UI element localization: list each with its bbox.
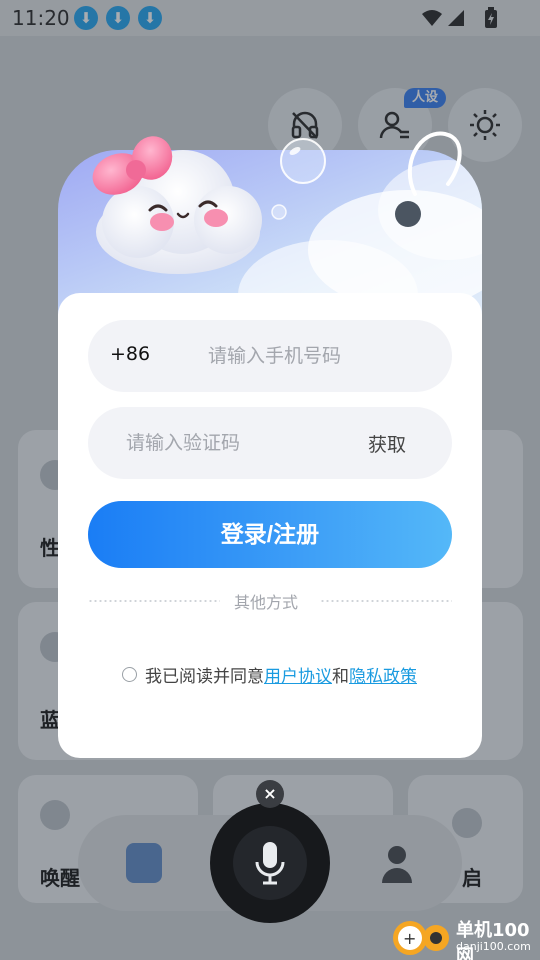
- microphone-button[interactable]: [210, 803, 330, 923]
- microphone-inner: [233, 826, 307, 900]
- login-register-button[interactable]: 登录/注册: [88, 501, 452, 568]
- bubble-icon: [280, 138, 326, 184]
- agreement-prefix: 我已阅读并同意: [145, 666, 264, 687]
- user-agreement-link[interactable]: 用户协议: [264, 662, 332, 687]
- login-modal: +86 获取 登录/注册 其他方式 我已阅读并同意 用户协议 和 隐私政策: [58, 293, 482, 758]
- code-field[interactable]: 获取: [88, 407, 452, 479]
- other-methods-divider: 其他方式: [88, 589, 452, 613]
- agreement-checkbox[interactable]: [122, 666, 137, 682]
- hook-icon: [395, 131, 462, 227]
- watermark-subtitle: danji100.com: [456, 940, 531, 953]
- watermark-title: 单机100网: [456, 920, 530, 960]
- watermark: + 单机100网 danji100.com: [392, 916, 540, 960]
- country-code[interactable]: +86: [110, 343, 150, 365]
- divider-left: [88, 600, 220, 602]
- close-button[interactable]: ×: [256, 780, 284, 808]
- other-methods-label: 其他方式: [234, 593, 299, 612]
- phone-field[interactable]: +86: [88, 320, 452, 392]
- privacy-policy-link[interactable]: 隐私政策: [349, 662, 417, 687]
- verification-code-input[interactable]: [126, 407, 336, 479]
- watermark-logo: +: [393, 921, 449, 955]
- agreement-row: 我已阅读并同意 用户协议 和 隐私政策: [122, 661, 417, 687]
- divider-right: [320, 600, 452, 602]
- agreement-and: 和: [332, 666, 349, 687]
- microphone-icon: [255, 842, 285, 885]
- get-code-button[interactable]: 获取: [368, 430, 406, 457]
- small-bubble-icon: [271, 204, 287, 220]
- svg-text:+: +: [403, 929, 416, 948]
- cloud-mascot-icon: [92, 136, 262, 274]
- phone-input[interactable]: [208, 320, 438, 392]
